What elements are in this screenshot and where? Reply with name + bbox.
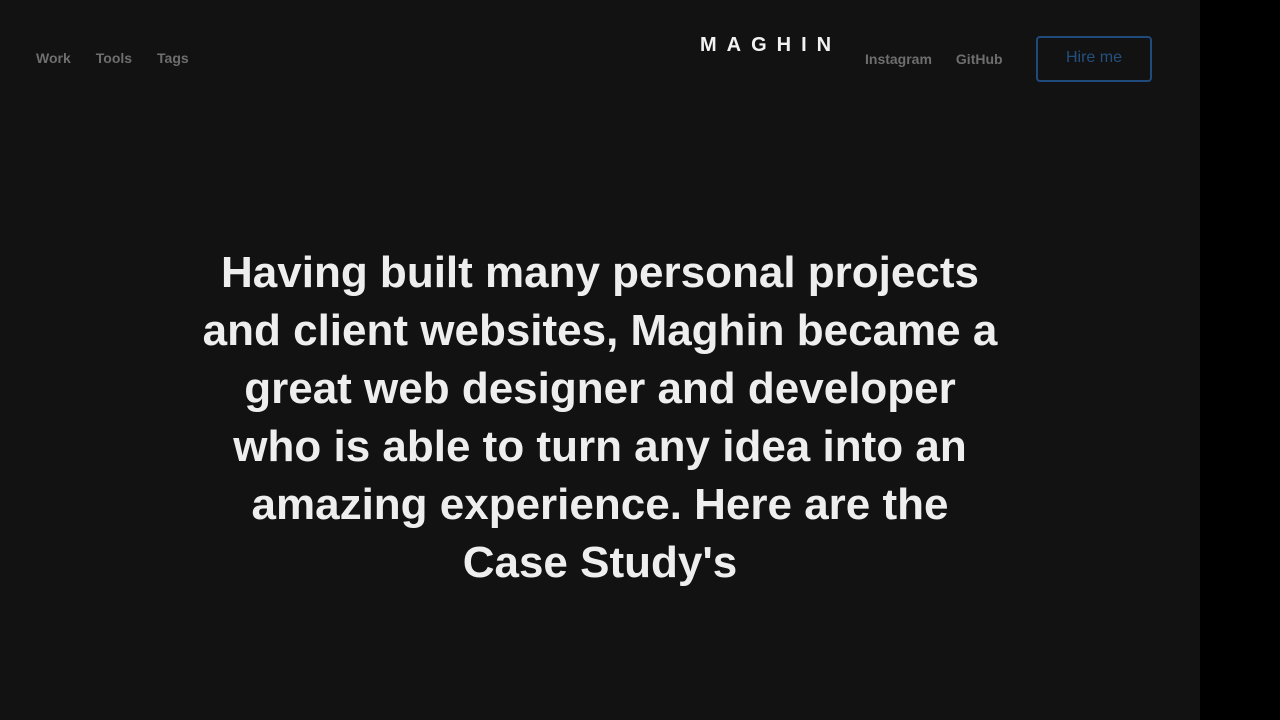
primary-nav: Work Tools Tags	[36, 50, 214, 66]
nav-link-instagram[interactable]: Instagram	[865, 51, 932, 67]
nav-link-work[interactable]: Work	[36, 50, 71, 66]
nav-link-github[interactable]: GitHub	[956, 51, 1003, 67]
nav-link-tags[interactable]: Tags	[157, 50, 189, 66]
site-logo[interactable]: MAGHIN	[700, 34, 841, 56]
social-nav: Instagram GitHub	[865, 51, 1027, 67]
hire-me-button[interactable]: Hire me	[1036, 36, 1152, 82]
hero-headline: Having built many personal projects and …	[202, 248, 998, 587]
page: Work Tools Tags MAGHIN Instagram GitHub …	[0, 0, 1200, 720]
nav-link-tools[interactable]: Tools	[96, 50, 132, 66]
